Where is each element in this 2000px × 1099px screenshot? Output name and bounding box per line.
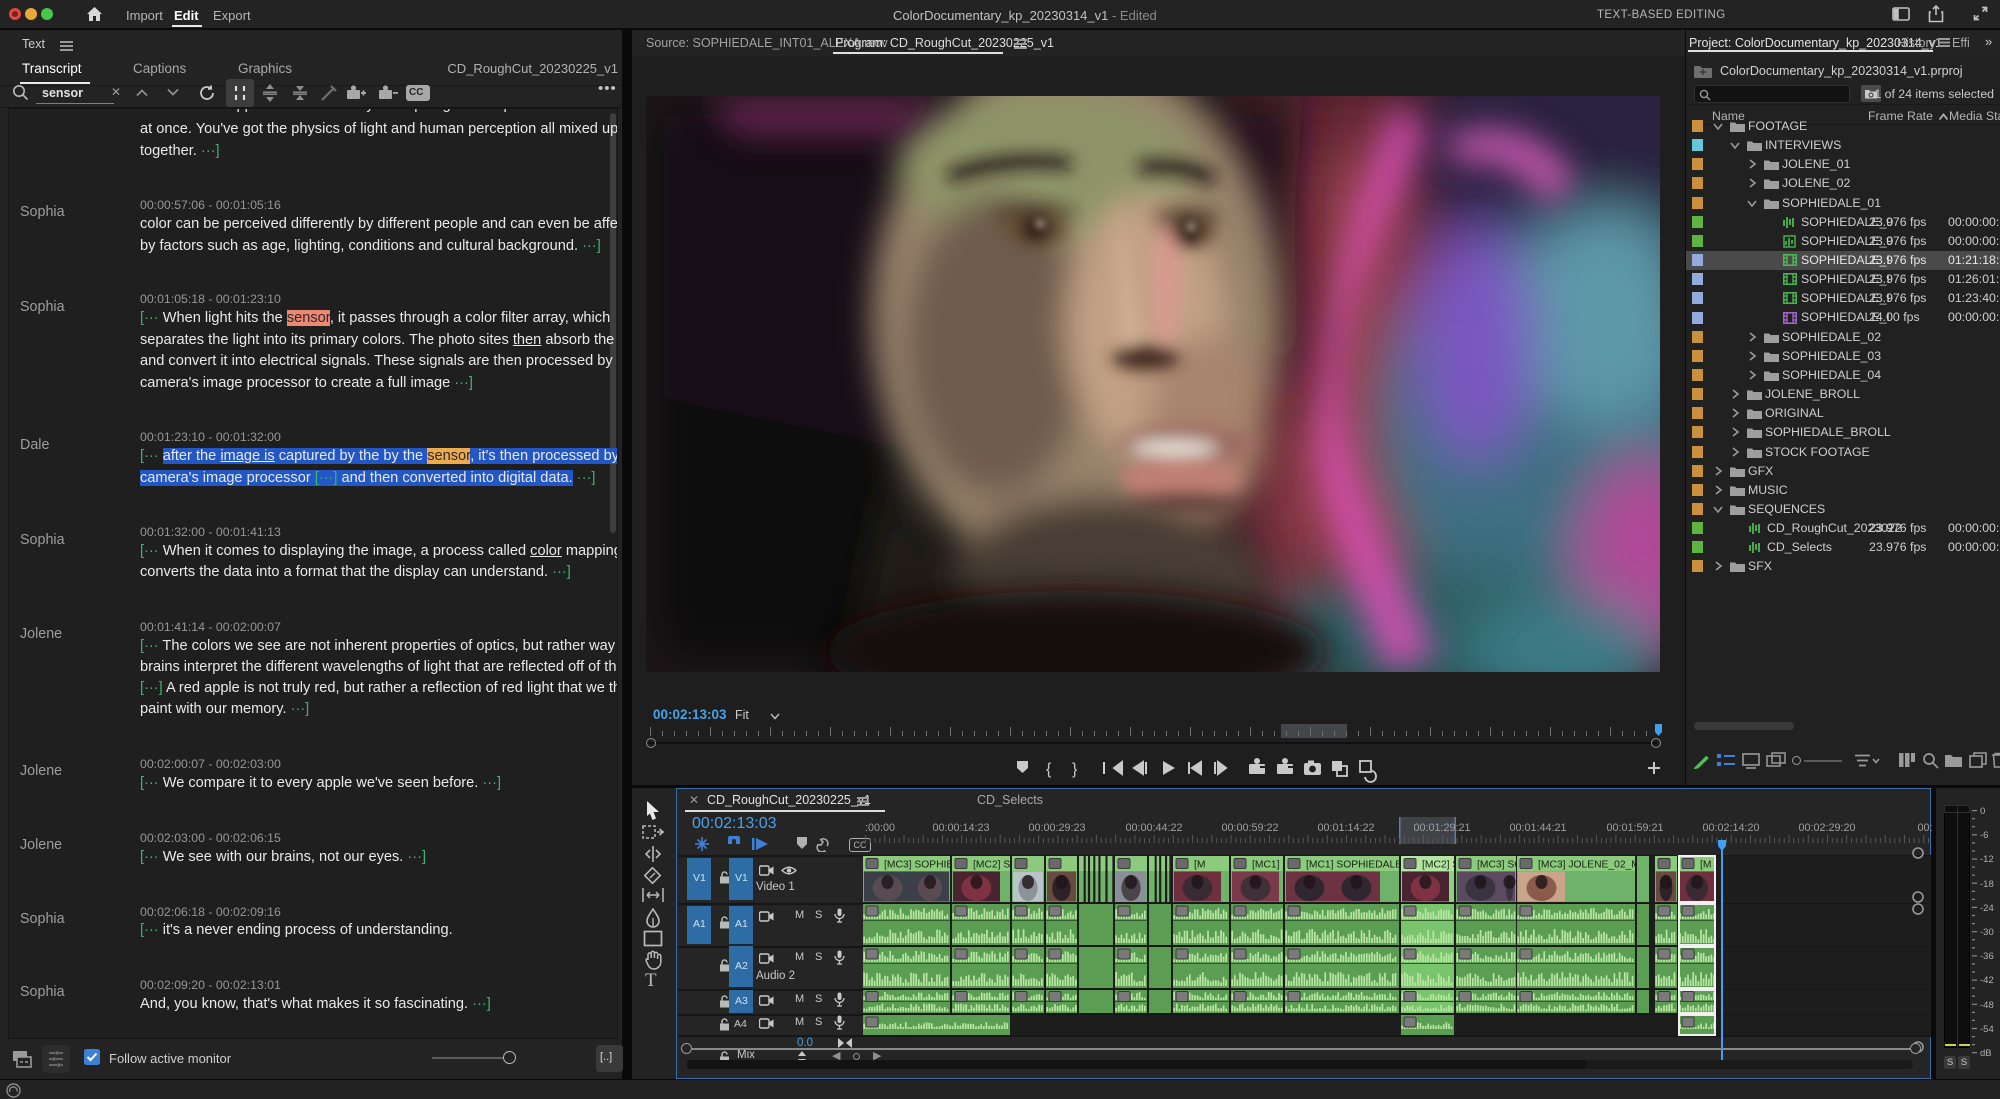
svg-text:{: { xyxy=(1046,761,1052,778)
svg-text:-36: -36 xyxy=(1980,951,1994,962)
svg-text:[MC1] S: [MC1] S xyxy=(1252,860,1289,871)
svg-text:-24: -24 xyxy=(1980,903,1994,914)
svg-text:-42: -42 xyxy=(1980,975,1994,986)
svg-text:-18: -18 xyxy=(1980,879,1994,890)
svg-text:0: 0 xyxy=(1980,806,1985,817)
svg-text:-48: -48 xyxy=(1980,1000,1994,1011)
svg-text:dB: dB xyxy=(1980,1048,1992,1056)
svg-text:-54: -54 xyxy=(1980,1024,1994,1035)
svg-text:[M: [M xyxy=(1194,860,1205,871)
svg-text:[MC2] SO: [MC2] SO xyxy=(973,860,1018,871)
svg-text:-12: -12 xyxy=(1980,854,1994,865)
svg-text:[MC2] S: [MC2] S xyxy=(1422,860,1459,871)
svg-text:[M: [M xyxy=(1700,860,1711,871)
svg-text:-6: -6 xyxy=(1980,830,1988,841)
svg-text:-30: -30 xyxy=(1980,927,1994,938)
svg-text:}: } xyxy=(1072,761,1078,778)
